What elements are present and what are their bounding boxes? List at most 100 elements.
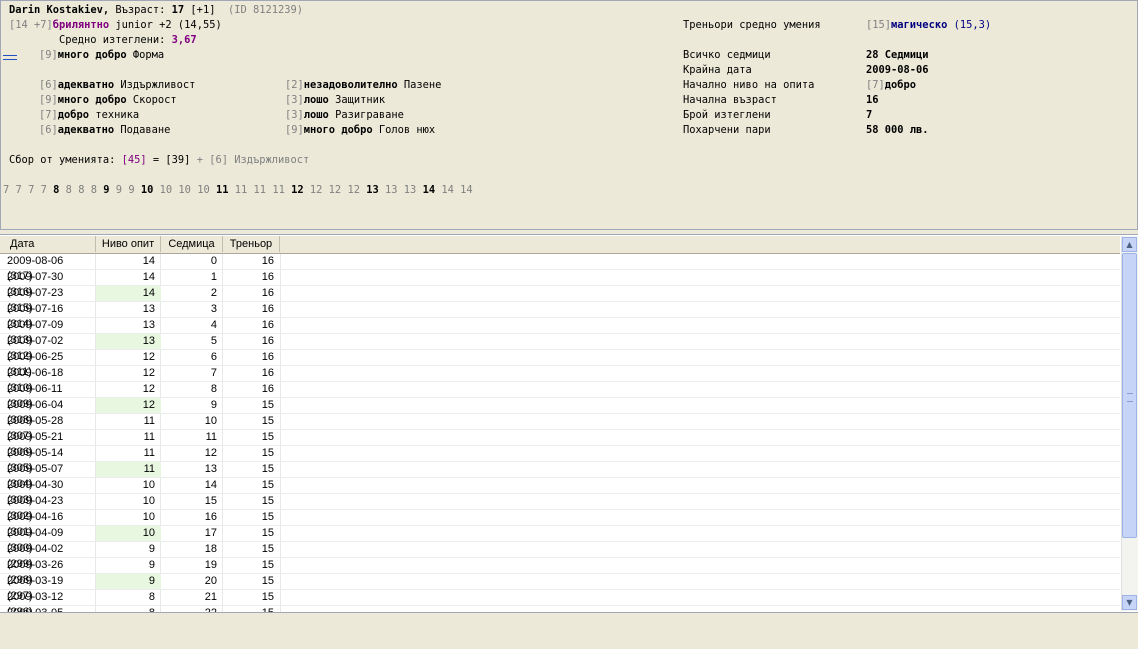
cell-date: 2009-05-14 (305) <box>7 447 64 474</box>
cell-trainer: 15 <box>261 591 274 603</box>
cell-date: 2009-05-07 (304) <box>7 463 64 490</box>
level-step: 12 <box>309 184 323 196</box>
table-row[interactable]: 2009-06-25 (311) 12 6 16 <box>0 350 1120 378</box>
table-row[interactable]: 2009-06-11 (309) 12 8 16 <box>0 382 1120 410</box>
info-label: Похарчени пари <box>683 124 771 136</box>
table-row[interactable]: 2009-07-30 (316) 14 1 16 <box>0 270 1120 298</box>
column-header-level[interactable]: Ниво опит <box>96 236 161 252</box>
cell-week: 9 <box>210 399 217 411</box>
cell-trainer: 16 <box>261 303 274 315</box>
cell-week: 4 <box>210 319 217 331</box>
info-label: Всичко седмици <box>683 49 771 61</box>
cell-week: 6 <box>210 351 217 363</box>
cell-level: 9 <box>148 559 155 571</box>
table-row[interactable]: 2009-04-23 (302) 10 15 15 <box>0 494 1120 522</box>
cell-week: 15 <box>204 495 217 507</box>
cell-level: 10 <box>142 495 155 507</box>
skill-prefix: [9] <box>285 124 304 136</box>
info-value: 2009-08-06 <box>866 64 929 76</box>
cell-trainer: 15 <box>261 559 274 571</box>
table-row[interactable]: 2009-08-06 (317) 14 0 16 <box>0 254 1120 282</box>
age-extra: [+1] <box>184 4 216 16</box>
scroll-thumb[interactable] <box>1122 253 1137 538</box>
level-step: 9 <box>103 184 110 196</box>
skill-name: Подаване <box>114 124 171 136</box>
table-row[interactable]: 2009-05-28 (307) 11 10 15 <box>0 414 1120 442</box>
table-row[interactable]: 2009-07-09 (313) 13 4 16 <box>0 318 1120 346</box>
info-value-text: 58 000 лв. <box>866 124 929 136</box>
cell-date: 2009-07-16 (314) <box>7 303 64 330</box>
level-progression: 7 7 7 7 8 8 8 8 9 9 9 10 10 10 10 11 11 … <box>3 184 473 196</box>
column-header-date[interactable]: Дата <box>0 236 96 252</box>
vertical-scrollbar[interactable]: ▲ ▼ <box>1121 236 1138 611</box>
skill-prefix: [9] <box>39 94 58 106</box>
cell-date: 2009-07-02 (312) <box>7 335 64 362</box>
level-step: 8 <box>65 184 72 196</box>
skill-rating: лошо <box>303 109 329 121</box>
table-row[interactable]: 2009-07-16 (314) 13 3 16 <box>0 302 1120 330</box>
table-row[interactable]: 2009-07-02 (312) 13 5 16 <box>0 334 1120 362</box>
cell-week: 18 <box>204 543 217 555</box>
level-step: 11 <box>272 184 285 196</box>
table-row[interactable]: 2009-05-14 (305) 11 12 15 <box>0 446 1120 474</box>
cell-week: 1 <box>210 271 217 283</box>
info-value-text: 28 Седмици <box>866 49 929 61</box>
table-row[interactable]: 2009-03-19 (297) 9 20 15 <box>0 574 1120 602</box>
player-header-line: Darin Kostakiev, Възраст: 17 [+1] (ID 81… <box>9 4 303 16</box>
info-value: [7]добро <box>866 79 916 91</box>
cell-trainer: 15 <box>261 463 274 475</box>
info-value: 7 <box>866 109 872 121</box>
info-value-text: 16 <box>866 94 879 106</box>
form-line: [9]много добро Форма <box>39 49 164 61</box>
info-value-text: добро <box>884 79 917 91</box>
level-step: 7 <box>28 184 35 196</box>
level-step: 11 <box>253 184 267 196</box>
table-row[interactable]: 2009-06-18 (310) 12 7 16 <box>0 366 1120 394</box>
column-header-week[interactable]: Седмица <box>161 236 223 252</box>
cell-level: 12 <box>142 383 155 395</box>
skill-line: [9]много добро Голов нюх <box>285 124 435 136</box>
skill-name: Пазене <box>397 79 442 91</box>
table-row[interactable]: 2009-05-21 (306) 11 11 15 <box>0 430 1120 458</box>
table-row[interactable]: 2009-07-23 (315) 14 2 16 <box>0 286 1120 314</box>
column-header-trainer[interactable]: Треньор <box>223 236 280 252</box>
cell-date: 2009-06-11 (309) <box>7 383 63 410</box>
table-row[interactable]: 2009-04-30 (303) 10 14 15 <box>0 478 1120 506</box>
level-step: 13 <box>403 184 417 196</box>
cell-week: 7 <box>210 367 217 379</box>
table-row[interactable]: 2009-05-07 (304) 11 13 15 <box>0 462 1120 490</box>
cell-week: 5 <box>210 335 217 347</box>
scroll-down-button[interactable]: ▼ <box>1122 595 1137 610</box>
age-label: Възраст: <box>109 4 172 16</box>
level-step: 7 <box>3 184 10 196</box>
cell-level: 10 <box>142 479 155 491</box>
table-row[interactable]: 2009-04-02 (299) 9 18 15 <box>0 542 1120 570</box>
level-step: 11 <box>234 184 248 196</box>
table-row[interactable]: 2009-06-04 (308) 12 9 15 <box>0 398 1120 426</box>
cell-level: 12 <box>96 398 161 413</box>
cell-level: 11 <box>143 415 155 427</box>
cell-trainer: 16 <box>261 255 274 267</box>
cell-level: 12 <box>142 367 155 379</box>
table-row[interactable]: 2009-03-12 (296) 8 21 15 <box>0 590 1120 612</box>
info-label: Начална възраст <box>683 94 777 106</box>
scroll-up-button[interactable]: ▲ <box>1122 237 1137 252</box>
table-row[interactable]: 2009-03-26 (298) 9 19 15 <box>0 558 1120 586</box>
info-value: 16 <box>866 94 879 106</box>
cell-week: 19 <box>204 559 217 571</box>
cell-trainer: 16 <box>261 271 274 283</box>
trainers-extra: (15,3) <box>947 19 992 31</box>
level-step: 9 <box>115 184 123 196</box>
table-row[interactable]: 2009-04-16 (301) 10 16 15 <box>0 510 1120 538</box>
cell-level: 14 <box>142 255 155 267</box>
cell-date: 2009-04-02 (299) <box>7 543 64 570</box>
cell-week: 11 <box>205 431 217 443</box>
table-row[interactable]: 2009-04-09 (300) 10 17 15 <box>0 526 1120 554</box>
cell-week: 13 <box>204 463 217 475</box>
cell-trainer: 15 <box>261 495 274 507</box>
cell-date: 2009-05-28 (307) <box>7 415 64 442</box>
info-label: Начално ниво на опита <box>683 79 815 91</box>
cell-level: 8 <box>148 591 155 603</box>
cell-week: 10 <box>204 415 217 427</box>
chevron-up-icon: ▲ <box>1126 240 1133 249</box>
